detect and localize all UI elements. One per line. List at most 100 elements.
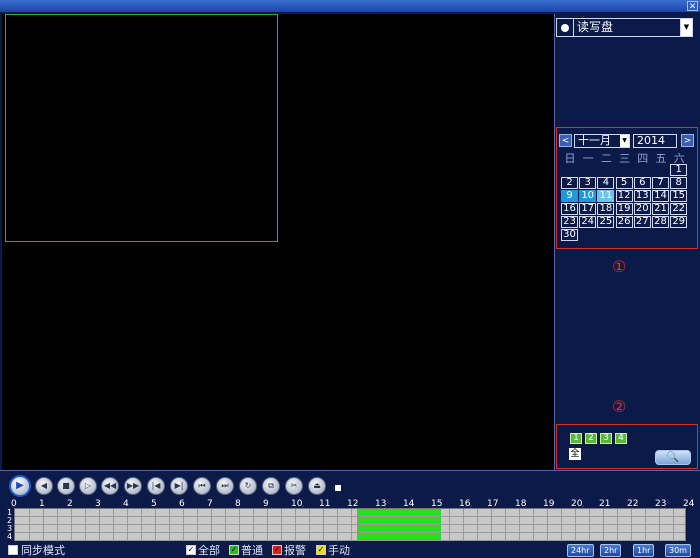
prev-file-button[interactable]: ⏮ [193, 477, 211, 495]
playback-controls: ▶ ◀ ■ ▷ ◀◀ ▶▶ |◀ ▶| ⏮ ⏭ ↻ ⧉ ✂ ⏏ [0, 470, 700, 498]
calendar-day[interactable]: 19 [615, 203, 633, 215]
disk-radio-icon[interactable] [561, 23, 569, 32]
next-file-button[interactable]: ⏭ [216, 477, 234, 495]
disk-select[interactable]: 读写盘 ▼ [556, 18, 693, 37]
rewind-button[interactable]: ◀◀ [101, 477, 119, 495]
all-checkbox[interactable]: ✓ [186, 545, 196, 555]
timeline-tick: 18 [515, 499, 527, 509]
calendar-next-button[interactable]: > [681, 134, 694, 147]
calendar-day[interactable]: 20 [633, 203, 651, 215]
weekday-label: 日 [564, 152, 576, 165]
search-button[interactable]: 🔍 [655, 450, 691, 465]
chevron-down-icon[interactable]: ▼ [680, 19, 692, 36]
calendar-day[interactable]: 27 [633, 216, 651, 228]
weekday-label: 二 [600, 152, 612, 165]
clip-button[interactable]: ✂ [285, 477, 303, 495]
zoom-1hr-button[interactable]: 1hr [633, 544, 655, 557]
calendar-day[interactable]: 24 [579, 216, 597, 228]
calendar-day[interactable]: 5 [615, 177, 633, 189]
calendar-day[interactable]: 22 [670, 203, 688, 215]
timeline-tick: 3 [95, 499, 101, 509]
calendar-day[interactable]: 25 [597, 216, 615, 228]
calendar-day[interactable]: 1 [670, 164, 688, 176]
alarm-label: 报警 [284, 544, 306, 557]
calendar-day[interactable]: 15 [670, 190, 688, 202]
sync-label: 同步模式 [21, 544, 65, 557]
status-indicator [335, 485, 341, 491]
timeline-row [15, 525, 685, 533]
calendar-day[interactable]: 12 [615, 190, 633, 202]
calendar-day[interactable]: 3 [579, 177, 597, 189]
channel-checkbox-3[interactable]: 3 [600, 433, 612, 444]
play-reverse-button[interactable]: ◀ [35, 477, 53, 495]
video-area[interactable] [2, 14, 554, 470]
manual-checkbox[interactable]: ✓ [316, 545, 326, 555]
zoom-2hr-button[interactable]: 2hr [600, 544, 622, 557]
backup-button[interactable]: ⏏ [308, 477, 326, 495]
channel-checkbox-4[interactable]: 4 [615, 433, 627, 444]
prev-frame-button[interactable]: |◀ [147, 477, 165, 495]
play-button[interactable]: ▶ [9, 475, 31, 497]
calendar-day[interactable]: 6 [633, 177, 651, 189]
calendar-day[interactable]: 2 [561, 177, 578, 189]
calendar-day[interactable]: 9 [561, 190, 578, 202]
zoom-30m-button[interactable]: 30m [665, 544, 691, 557]
manual-label: 手动 [328, 544, 350, 557]
calendar-day[interactable]: 11 [597, 190, 615, 202]
calendar-day[interactable]: 8 [670, 177, 688, 189]
channel-checkbox-1[interactable]: 1 [570, 433, 582, 444]
calendar-day[interactable]: 16 [561, 203, 578, 215]
loop-button[interactable]: ↻ [239, 477, 257, 495]
channel-checkbox-2[interactable]: 2 [585, 433, 597, 444]
calendar-day[interactable]: 4 [597, 177, 615, 189]
timeline-tick: 23 [655, 499, 667, 509]
year-field[interactable]: 2014 [633, 134, 677, 148]
sync-checkbox[interactable] [8, 545, 18, 555]
timeline: 0 1 2 3 4 5 6 7 8 9 10 11 12 13 14 15 16 17 18 19 20 21 22 23 24… [5, 498, 695, 543]
stop-button[interactable]: ■ [57, 477, 75, 495]
alarm-checkbox[interactable]: ✓ [272, 545, 282, 555]
month-select[interactable]: 十一月 ▼ [574, 134, 630, 148]
timeline-row-label: 4 [7, 532, 13, 541]
calendar-day[interactable]: 28 [652, 216, 669, 228]
timeline-tick: 2 [67, 499, 73, 509]
timeline-tick: 5 [151, 499, 157, 509]
timeline-tick: 14 [403, 499, 415, 509]
calendar-day[interactable]: 26 [615, 216, 633, 228]
footer-bar: 同步模式 ✓ 全部 ✓ 普通 ✓ 报警 ✓ 手动 24hr 2hr 1hr 30… [0, 543, 700, 558]
timeline-tick: 11 [319, 499, 331, 509]
channel-all-checkbox[interactable]: 全 [569, 448, 581, 460]
weekday-label: 四 [637, 152, 649, 165]
calendar-day[interactable]: 10 [579, 190, 597, 202]
timeline-grid[interactable] [14, 508, 686, 541]
timeline-tick: 9 [263, 499, 269, 509]
normal-checkbox[interactable]: ✓ [229, 545, 239, 555]
chevron-down-icon[interactable]: ▼ [620, 135, 629, 147]
calendar-day[interactable]: 29 [670, 216, 688, 228]
next-frame-button[interactable]: ▶| [170, 477, 188, 495]
timeline-tick: 16 [459, 499, 471, 509]
timeline-tick: 1 [39, 499, 45, 509]
calendar-day[interactable]: 7 [652, 177, 669, 189]
calendar-prev-button[interactable]: < [559, 134, 572, 147]
channel-view[interactable] [5, 14, 278, 242]
calendar-day[interactable]: 30 [561, 229, 578, 241]
calendar-day[interactable]: 17 [579, 203, 597, 215]
timeline-tick: 19 [543, 499, 555, 509]
timeline-row [15, 533, 685, 541]
timeline-tick: 8 [235, 499, 241, 509]
timeline-row [15, 517, 685, 525]
calendar-day[interactable]: 23 [561, 216, 578, 228]
title-bar: ✕ [0, 0, 700, 12]
calendar-day[interactable]: 21 [652, 203, 669, 215]
calendar-day[interactable]: 14 [652, 190, 669, 202]
channel-panel: 1 2 3 4 全 🔍 [556, 424, 698, 469]
fullscreen-button[interactable]: ⧉ [262, 477, 280, 495]
fast-forward-button[interactable]: ▶▶ [124, 477, 142, 495]
close-button[interactable]: ✕ [687, 1, 698, 12]
zoom-24hr-button[interactable]: 24hr [567, 544, 594, 557]
calendar-day[interactable]: 18 [597, 203, 615, 215]
calendar-day[interactable]: 13 [633, 190, 651, 202]
marker-two: ② [612, 397, 627, 416]
slow-play-button[interactable]: ▷ [79, 477, 97, 495]
